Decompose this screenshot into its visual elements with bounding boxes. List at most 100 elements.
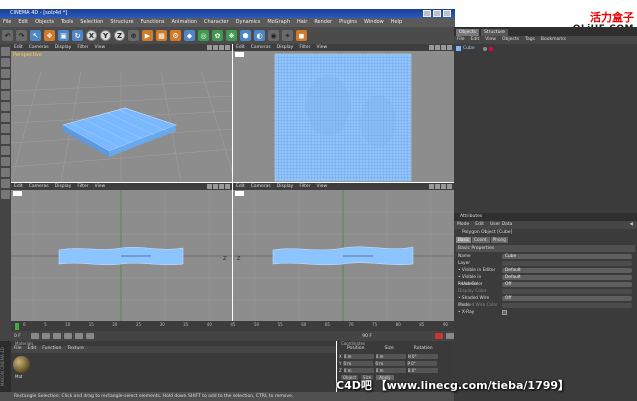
vp-menu-cameras[interactable]: Cameras bbox=[29, 44, 49, 51]
subdivision-icon[interactable]: ◎ bbox=[198, 30, 209, 41]
go-end-icon[interactable] bbox=[86, 333, 94, 339]
vp-menu-edit[interactable]: Edit bbox=[236, 183, 245, 190]
menu-mograph[interactable]: MoGraph bbox=[267, 18, 290, 27]
size-x-field[interactable]: 0 m bbox=[375, 354, 406, 359]
pos-x-field[interactable]: 0 m bbox=[343, 354, 374, 359]
axis-z-button[interactable]: Z bbox=[114, 30, 125, 41]
render-picture-icon[interactable]: ▦ bbox=[156, 30, 167, 41]
menu-animation[interactable]: Animation bbox=[171, 18, 197, 27]
polygon-mode-icon[interactable] bbox=[1, 102, 10, 111]
vp-menu-edit[interactable]: Edit bbox=[14, 44, 23, 51]
mat-menu-function[interactable]: Function bbox=[42, 346, 61, 353]
phong-tag-icon[interactable] bbox=[488, 46, 493, 51]
camera-icon[interactable]: ◉ bbox=[268, 30, 279, 41]
vp-menu-filter[interactable]: Filter bbox=[77, 44, 88, 51]
menu-file[interactable]: File bbox=[3, 18, 11, 27]
viewport-right[interactable]: Edit Cameras Display Filter View Z bbox=[233, 183, 454, 321]
back-arrow-icon[interactable]: ◀ bbox=[630, 221, 633, 229]
visibility-dot-icon[interactable] bbox=[482, 46, 487, 51]
texture-mode-icon[interactable] bbox=[1, 58, 10, 67]
prev-key-icon[interactable] bbox=[42, 333, 50, 339]
vp-move-icon[interactable] bbox=[429, 45, 434, 50]
deformer-icon[interactable]: ⬢ bbox=[240, 30, 251, 41]
menu-edit[interactable]: Edit bbox=[18, 18, 28, 27]
axis-x-button[interactable]: X bbox=[86, 30, 97, 41]
tweak-mode-icon[interactable] bbox=[1, 135, 10, 144]
object-icon[interactable]: ◼ bbox=[296, 30, 307, 41]
visible-editor-select[interactable]: Default bbox=[502, 268, 632, 273]
axis-mode-icon[interactable] bbox=[1, 69, 10, 78]
vp-zoom-icon[interactable] bbox=[435, 184, 440, 189]
tab-objects[interactable]: Objects bbox=[456, 29, 480, 36]
vp-maximize-icon[interactable] bbox=[447, 45, 452, 50]
record-icon[interactable] bbox=[435, 333, 443, 339]
redo-icon[interactable]: ↷ bbox=[16, 30, 27, 41]
vp-maximize-icon[interactable] bbox=[225, 184, 230, 189]
vp-zoom-icon[interactable] bbox=[213, 45, 218, 50]
axis-y-button[interactable]: Y bbox=[100, 30, 111, 41]
menu-hair[interactable]: Hair bbox=[297, 18, 307, 27]
tab-basic[interactable]: Basic bbox=[456, 237, 472, 243]
maximize-button[interactable] bbox=[433, 10, 441, 17]
vp-zoom-icon[interactable] bbox=[435, 45, 440, 50]
attr-menu-userdata[interactable]: User Data bbox=[490, 221, 512, 229]
move-icon[interactable]: ✥ bbox=[44, 30, 55, 41]
inverse-kinematics-icon[interactable] bbox=[1, 124, 10, 133]
vp-menu-edit[interactable]: Edit bbox=[236, 44, 245, 51]
vp-menu-filter[interactable]: Filter bbox=[77, 183, 88, 190]
vp-menu-display[interactable]: Display bbox=[55, 44, 72, 51]
minimize-button[interactable] bbox=[423, 10, 431, 17]
attr-menu-mode[interactable]: Mode bbox=[457, 221, 469, 229]
render-view-icon[interactable]: ▶ bbox=[142, 30, 153, 41]
checker-icon[interactable] bbox=[1, 168, 10, 177]
vp-menu-cameras[interactable]: Cameras bbox=[29, 183, 49, 190]
tab-structure[interactable]: Structure bbox=[481, 29, 508, 36]
play-icon[interactable] bbox=[64, 333, 72, 339]
om-menu-objects[interactable]: Objects bbox=[502, 36, 519, 44]
vp-menu-display[interactable]: Display bbox=[277, 44, 294, 51]
vp-maximize-icon[interactable] bbox=[225, 45, 230, 50]
undo-icon[interactable]: ↶ bbox=[2, 30, 13, 41]
layer-field[interactable] bbox=[502, 261, 632, 266]
timeline-ruler[interactable]: 0 5 10 15 20 25 30 35 40 45 50 55 60 65 … bbox=[11, 321, 454, 331]
vp-menu-cameras[interactable]: Cameras bbox=[251, 44, 271, 51]
model-mode-icon[interactable] bbox=[1, 47, 10, 56]
display-color-field[interactable] bbox=[502, 289, 632, 294]
vp-move-icon[interactable] bbox=[207, 45, 212, 50]
array-icon[interactable]: ✿ bbox=[212, 30, 223, 41]
use-color-select[interactable]: Off bbox=[502, 282, 632, 287]
vp-menu-view[interactable]: View bbox=[94, 44, 105, 51]
object-row-cube[interactable]: Cube bbox=[456, 45, 635, 52]
tab-phong[interactable]: Phong bbox=[490, 237, 508, 243]
vp-menu-display[interactable]: Display bbox=[55, 183, 72, 190]
mat-menu-file[interactable]: File bbox=[14, 346, 22, 353]
menu-character[interactable]: Character bbox=[204, 18, 229, 27]
vp-zoom-icon[interactable] bbox=[213, 184, 218, 189]
om-menu-bookmarks[interactable]: Bookmarks bbox=[541, 36, 566, 44]
vp-rotate-icon[interactable] bbox=[219, 45, 224, 50]
mat-menu-texture[interactable]: Texture bbox=[67, 346, 83, 353]
current-frame[interactable]: 0 F bbox=[14, 334, 28, 339]
vp-move-icon[interactable] bbox=[207, 184, 212, 189]
end-frame[interactable]: 90 F bbox=[362, 334, 372, 339]
om-menu-view[interactable]: View bbox=[485, 36, 496, 44]
vp-rotate-icon[interactable] bbox=[219, 184, 224, 189]
mat-menu-edit[interactable]: Edit bbox=[28, 346, 37, 353]
name-field[interactable]: Cube bbox=[502, 254, 632, 259]
menu-structure[interactable]: Structure bbox=[110, 18, 133, 27]
om-menu-tags[interactable]: Tags bbox=[525, 36, 535, 44]
menu-plugins[interactable]: Plugins bbox=[339, 18, 357, 27]
rot-h-field[interactable]: H 0° bbox=[407, 354, 438, 359]
vp-menu-edit[interactable]: Edit bbox=[14, 183, 23, 190]
shaded-wire-color-field[interactable] bbox=[502, 303, 632, 308]
menu-dynamics[interactable]: Dynamics bbox=[236, 18, 261, 27]
size-y-field[interactable]: 0 m bbox=[375, 361, 406, 366]
shaded-wire-select[interactable]: Off bbox=[502, 296, 632, 301]
cube-icon[interactable]: ◆ bbox=[184, 30, 195, 41]
om-menu-edit[interactable]: Edit bbox=[471, 36, 480, 44]
menu-tools[interactable]: Tools bbox=[61, 18, 73, 27]
viewport-front[interactable]: Edit Cameras Display Filter View Z bbox=[11, 183, 232, 321]
menu-render[interactable]: Render bbox=[314, 18, 332, 27]
vp-menu-view[interactable]: View bbox=[94, 183, 105, 190]
layout-icon[interactable] bbox=[1, 179, 10, 188]
